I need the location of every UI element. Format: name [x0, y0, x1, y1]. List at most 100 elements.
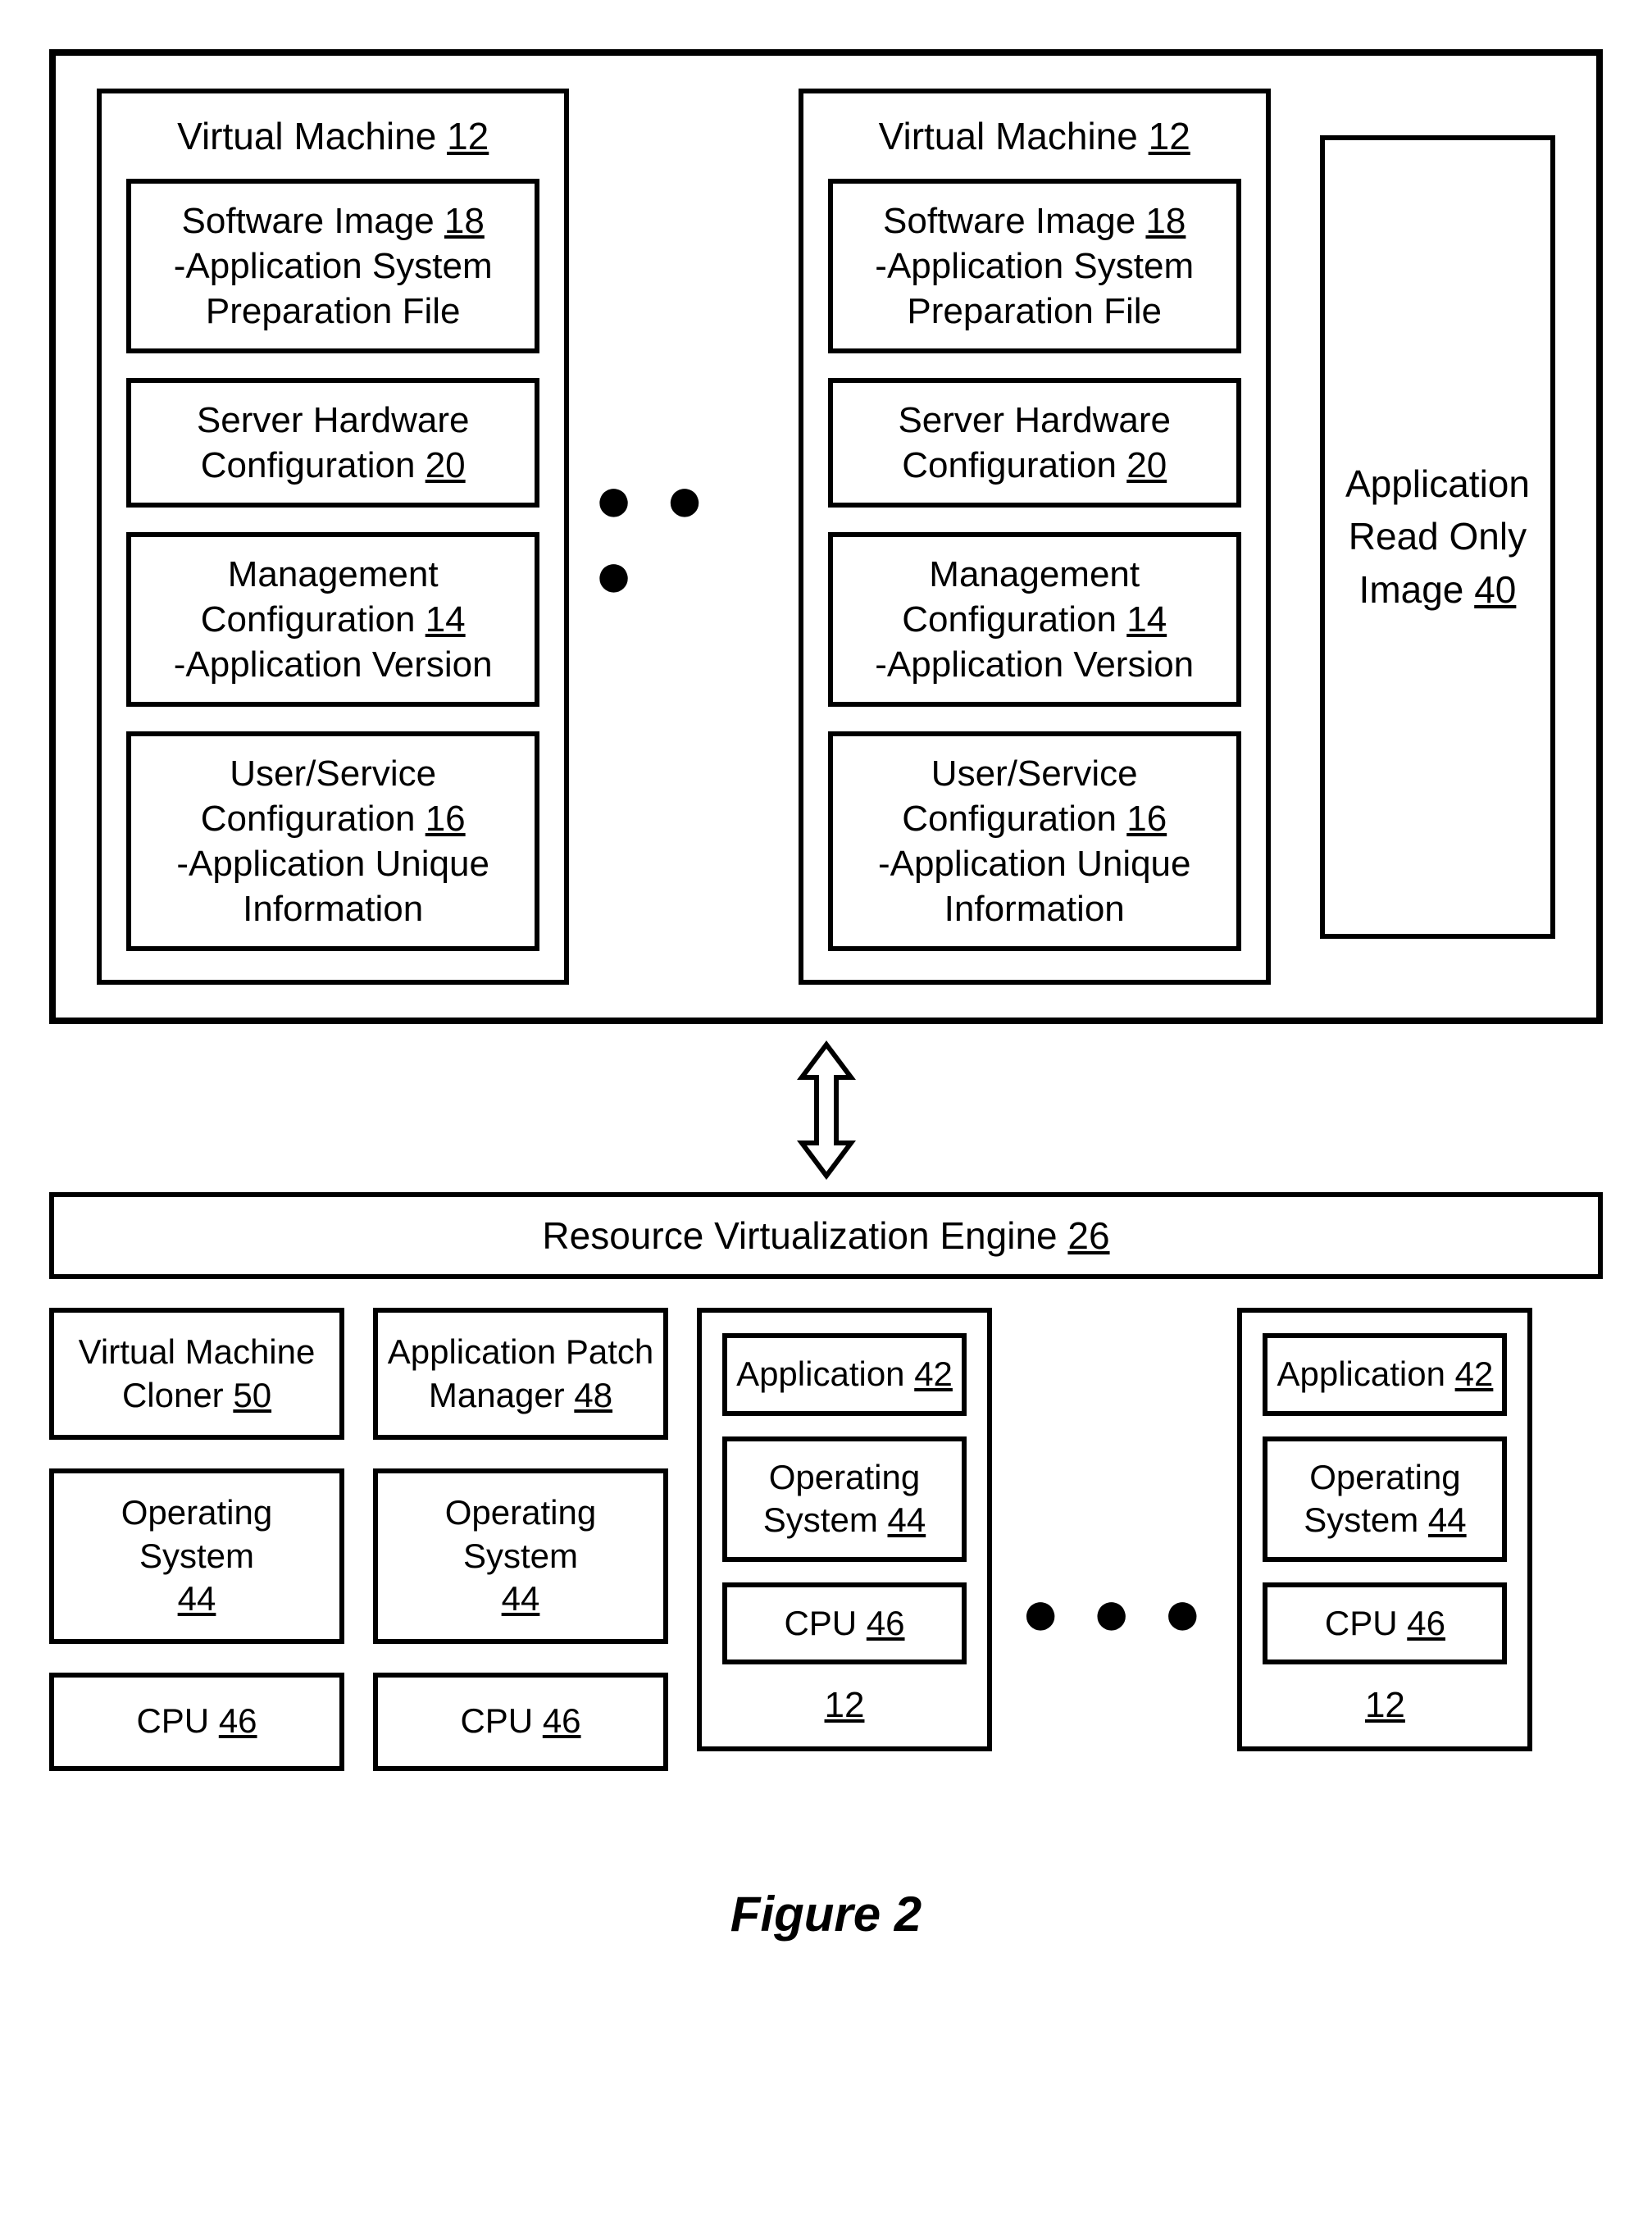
user-svc-ref: 16 [426, 799, 466, 839]
mgmt-line3: -Application Version [875, 644, 1194, 685]
operating-system-box: Operating System 44 [722, 1436, 967, 1562]
vm-title-text: Virtual Machine [879, 115, 1149, 157]
server-hw-line2-prefix: Configuration [201, 445, 426, 485]
server-hw-line1: Server Hardware [197, 400, 470, 440]
host-column: Application Patch Manager 48 Operating S… [373, 1308, 668, 1771]
mgmt-ref: 14 [1126, 599, 1167, 640]
server-hardware-config-box: Server Hardware Configuration 20 [126, 378, 539, 508]
cpu-prefix: CPU [784, 1604, 866, 1642]
server-hw-line1: Server Hardware [898, 400, 1171, 440]
rve-label: Resource Virtualization Engine [542, 1214, 1067, 1257]
app-ref: 42 [914, 1354, 953, 1393]
rve-ref: 26 [1067, 1214, 1109, 1257]
software-image-line2: -Application System [174, 246, 493, 286]
vm-instance-box: Application 42 Operating System 44 CPU 4… [1237, 1308, 1532, 1751]
management-config-box: Management Configuration 14 -Application… [126, 532, 539, 707]
vm-title-text: Virtual Machine [177, 115, 447, 157]
vm-title-ref: 12 [447, 115, 489, 157]
cpu-box: CPU 46 [49, 1673, 344, 1771]
user-svc-line2-prefix: Configuration [902, 799, 1126, 839]
os-ref: 44 [502, 1579, 540, 1618]
patch-mgr-line2-prefix: Manager [429, 1376, 574, 1414]
readonly-line1: Application [1345, 462, 1530, 505]
host-column: Virtual Machine Cloner 50 Operating Syst… [49, 1308, 344, 1771]
readonly-line3-prefix: Image [1359, 568, 1475, 611]
os-short-line1: Operating [769, 1458, 920, 1496]
os-label: Operating System [121, 1493, 272, 1575]
app-prefix: Application [1277, 1354, 1454, 1393]
app-ref: 42 [1455, 1354, 1494, 1393]
cpu-box: CPU 46 [1263, 1582, 1507, 1665]
physical-layer-row: Virtual Machine Cloner 50 Operating Syst… [49, 1308, 1603, 1771]
virtual-machine-box: Virtual Machine 12 Software Image 18 -Ap… [97, 89, 569, 985]
user-service-config-box: User/Service Configuration 16 -Applicati… [828, 731, 1241, 951]
software-image-box: Software Image 18 -Application System Pr… [126, 179, 539, 353]
patch-manager-box: Application Patch Manager 48 [373, 1308, 668, 1440]
readonly-line2: Read Only [1349, 515, 1527, 558]
cpu-ref: 46 [1407, 1604, 1445, 1642]
software-image-label: Software Image [182, 201, 444, 241]
virtualization-layer-container: Virtual Machine 12 Software Image 18 -Ap… [49, 49, 1603, 1024]
user-svc-line4: Information [243, 889, 423, 929]
patch-mgr-line1: Application Patch [388, 1332, 654, 1371]
user-svc-line3: -Application Unique [878, 844, 1191, 884]
vm-instance-box: Application 42 Operating System 44 CPU 4… [697, 1308, 992, 1751]
application-box: Application 42 [1263, 1333, 1507, 1416]
mgmt-line3: -Application Version [174, 644, 493, 685]
software-image-label: Software Image [883, 201, 1145, 241]
os-ref: 44 [178, 1579, 216, 1618]
user-svc-line1: User/Service [230, 753, 436, 794]
server-hw-ref: 20 [426, 445, 466, 485]
server-hardware-config-box: Server Hardware Configuration 20 [828, 378, 1241, 508]
operating-system-box: Operating System 44 [1263, 1436, 1507, 1562]
application-box: Application 42 [722, 1333, 967, 1416]
server-hw-ref: 20 [1126, 445, 1167, 485]
cpu-ref: 46 [219, 1701, 257, 1740]
bidirectional-arrow-icon [49, 1040, 1603, 1180]
user-svc-line4: Information [944, 889, 1125, 929]
virtual-machine-title: Virtual Machine 12 [126, 114, 539, 158]
user-svc-line2-prefix: Configuration [201, 799, 426, 839]
user-service-config-box: User/Service Configuration 16 -Applicati… [126, 731, 539, 951]
os-short-line2-prefix: System [1304, 1500, 1428, 1539]
readonly-ref: 40 [1474, 568, 1516, 611]
cpu-box: CPU 46 [722, 1582, 967, 1665]
mgmt-line2-prefix: Configuration [201, 599, 426, 640]
ellipsis-icon: ● ● ● [1021, 1575, 1208, 1650]
patch-mgr-ref: 48 [574, 1376, 612, 1414]
virtual-machine-title: Virtual Machine 12 [828, 114, 1241, 158]
figure-caption: Figure 2 [49, 1886, 1603, 1942]
app-prefix: Application [736, 1354, 914, 1393]
cpu-prefix: CPU [460, 1701, 542, 1740]
ellipsis-icon: ● ● ● [585, 462, 781, 612]
os-short-line2-prefix: System [763, 1500, 888, 1539]
software-image-line3: Preparation File [206, 291, 461, 331]
software-image-box: Software Image 18 -Application System Pr… [828, 179, 1241, 353]
vm-instance-ref: 12 [1263, 1685, 1507, 1726]
operating-system-box: Operating System 44 [373, 1468, 668, 1644]
software-image-ref: 18 [444, 201, 485, 241]
mgmt-line1: Management [228, 554, 439, 594]
vm-instance-ref: 12 [722, 1685, 967, 1726]
application-read-only-image-box: Application Read Only Image 40 [1320, 135, 1555, 939]
mgmt-ref: 14 [426, 599, 466, 640]
mgmt-line1: Management [929, 554, 1140, 594]
vm-cloner-line1: Virtual Machine [79, 1332, 316, 1371]
os-ref: 44 [887, 1500, 926, 1539]
user-svc-ref: 16 [1126, 799, 1167, 839]
cpu-prefix: CPU [136, 1701, 218, 1740]
operating-system-box: Operating System 44 [49, 1468, 344, 1644]
cpu-ref: 46 [543, 1701, 581, 1740]
os-short-line1: Operating [1309, 1458, 1460, 1496]
vm-title-ref: 12 [1149, 115, 1190, 157]
cpu-box: CPU 46 [373, 1673, 668, 1771]
vm-cloner-line2-prefix: Cloner [122, 1376, 233, 1414]
vm-cloner-ref: 50 [233, 1376, 271, 1414]
management-config-box: Management Configuration 14 -Application… [828, 532, 1241, 707]
os-label: Operating System [445, 1493, 596, 1575]
server-hw-line2-prefix: Configuration [902, 445, 1126, 485]
resource-virtualization-engine-box: Resource Virtualization Engine 26 [49, 1192, 1603, 1279]
virtual-machine-box: Virtual Machine 12 Software Image 18 -Ap… [799, 89, 1271, 985]
software-image-line3: Preparation File [907, 291, 1162, 331]
os-ref: 44 [1428, 1500, 1467, 1539]
